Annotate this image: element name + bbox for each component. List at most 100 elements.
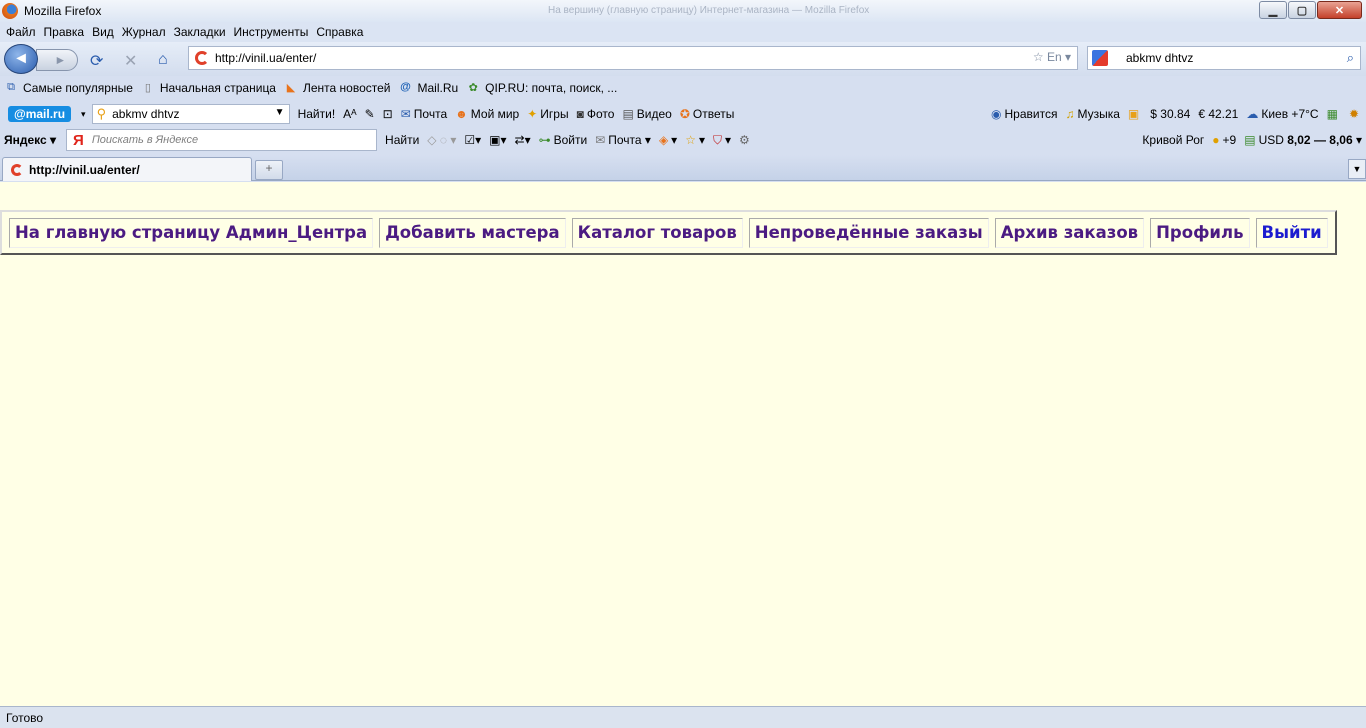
mailru-games-link[interactable]: ✦ Игры (527, 107, 568, 121)
nav-logout[interactable]: Выйти (1255, 217, 1328, 248)
menu-help[interactable]: Справка (316, 25, 363, 39)
mailru-photo-link[interactable]: ◙ Фото (577, 107, 615, 121)
nav-orders-archive[interactable]: Архив заказов (994, 217, 1145, 248)
speech-bubble-icon[interactable]: ◇ ◌ ▾ (427, 133, 456, 147)
stop-icon[interactable]: ✕ (124, 51, 137, 71)
site-favicon-icon (195, 51, 209, 65)
music-label: Музыка (1077, 107, 1120, 121)
mailru-toolbar-right: ◉ Нравится ♫ Музыка ▣ $ 30.84 € 42.21 ☁ Кие… (983, 102, 1366, 126)
mailru-extra-icon[interactable]: ▦ (1327, 107, 1341, 121)
all-tabs-button[interactable]: ▼ (1348, 159, 1366, 179)
menu-tools[interactable]: Инструменты (234, 25, 309, 39)
mailru-search-value[interactable]: abkmv dhtvz (112, 107, 179, 121)
yandex-city[interactable]: Кривой Рог (1142, 133, 1204, 147)
mailru-like-link[interactable]: ◉ Нравится (991, 107, 1057, 121)
menu-edit[interactable]: Правка (44, 25, 85, 39)
chart-icon: ▤ (1244, 133, 1256, 147)
bookmark-label: Начальная страница (159, 81, 276, 95)
mailru-myworld-link[interactable]: ☻ Мой мир (455, 107, 519, 121)
nav-add-master[interactable]: Добавить мастера (379, 217, 566, 248)
spellcheck-icon[interactable]: ☑▾ (464, 133, 481, 147)
cloud-icon: ☁ (1246, 107, 1259, 121)
mailru-find-button[interactable]: Найти! (298, 107, 336, 121)
bookmark-news-feed[interactable]: ◣ Лента новостей (284, 81, 391, 95)
yandex-weather[interactable]: ● +9 (1212, 133, 1236, 147)
yandex-login-link[interactable]: ⊶ Войти (539, 133, 588, 147)
yandex-shield-icon[interactable]: ⛉ ▾ (713, 133, 731, 148)
close-window-button[interactable]: ✕ (1317, 1, 1362, 19)
zoom-icon[interactable]: ⊡ (383, 107, 393, 121)
minimize-button[interactable]: ▁ (1259, 1, 1287, 19)
settings-gear-icon[interactable]: ✹ (1349, 107, 1362, 121)
mailru-menu-arrow-icon[interactable]: ▾ (81, 109, 86, 120)
menu-view[interactable]: Вид (92, 25, 114, 39)
weather-label: Киев +7°C (1261, 107, 1319, 121)
envelope-icon: ✉ (595, 133, 606, 147)
firefox-logo-icon (2, 3, 18, 19)
yandex-currency[interactable]: ▤ USD 8,02 — 8,06 ▾ (1244, 133, 1362, 147)
envelope-icon: ✉ (400, 107, 411, 121)
highlight-icon[interactable]: ✎ (365, 107, 375, 121)
yandex-find-button[interactable]: Найти (385, 133, 419, 147)
yandex-favorites-icon[interactable]: ☆ ▾ (685, 133, 705, 147)
translate-icon[interactable]: ▣▾ (489, 133, 506, 147)
font-size-icon[interactable]: Aᴬ (343, 107, 356, 121)
yandex-mail-link[interactable]: ✉ Почта ▾ (595, 133, 651, 147)
search-bar[interactable]: abkmv dhtvz ⌕ (1087, 46, 1361, 70)
usd-rate[interactable]: $ 30.84 (1150, 107, 1190, 121)
yandex-weather-label: +9 (1222, 133, 1237, 147)
back-button[interactable]: ◄ (4, 44, 38, 74)
maximize-button[interactable]: ▢ (1288, 1, 1316, 19)
nav-admin-home[interactable]: На главную страницу Админ_Центра (9, 217, 374, 248)
yandex-services-icon[interactable]: ◈ ▾ (659, 133, 677, 147)
forward-button[interactable]: ► (36, 49, 78, 71)
bar-translate-icon[interactable]: ⇄▾ (515, 133, 531, 147)
bookmark-popular[interactable]: ⧉ Самые популярные (4, 81, 133, 95)
menu-file[interactable]: Файл (6, 25, 36, 39)
tab-strip: http://vinil.ua/enter/ + ▼ (0, 155, 1366, 181)
mailru-video-link[interactable]: ▤ Видео (622, 107, 671, 121)
search-input[interactable]: abkmv dhtvz (1126, 51, 1193, 65)
admin-nav-table: На главную страницу Админ_Центра Добавит… (0, 210, 1337, 255)
games-icon: ✦ (527, 107, 538, 121)
mailru-myworld-label: Мой мир (470, 107, 520, 121)
chevron-down-icon[interactable]: ▼ (275, 107, 285, 118)
yandex-search-input[interactable]: Я Поискать в Яндексе (66, 129, 378, 151)
address-bar[interactable]: http://vinil.ua/enter/ ☆ En ▾ (188, 46, 1078, 70)
like-icon: ◉ (991, 107, 1002, 121)
search-go-icon[interactable]: ⌕ (1347, 50, 1354, 66)
mailru-search-input[interactable]: ⚲ abkmv dhtvz ▼ (91, 104, 290, 124)
menu-bar: Файл Правка Вид Журнал Закладки Инструме… (0, 22, 1366, 42)
status-text: Готово (6, 710, 44, 725)
menu-history[interactable]: Журнал (122, 25, 166, 39)
weather-kiev[interactable]: ☁ Киев +7°C (1246, 107, 1318, 121)
tab-vinil-enter[interactable]: http://vinil.ua/enter/ (2, 157, 252, 181)
new-tab-button[interactable]: + (255, 160, 283, 180)
url-bar-actions[interactable]: ☆ En ▾ (1033, 50, 1071, 64)
bookmark-start-page[interactable]: ▯ Начальная страница (141, 81, 276, 95)
window-titlebar: Mozilla Firefox На вершину (главную стра… (0, 0, 1366, 22)
mailru-logo[interactable]: @mail.ru (8, 106, 72, 122)
yandex-login-label: Войти (553, 133, 588, 147)
window-ghost-title: На вершину (главную страницу) Интернет-м… (548, 5, 870, 16)
mailru-odnoklassniki-icon[interactable]: ▣ (1128, 107, 1142, 121)
home-icon[interactable]: ⌂ (158, 51, 168, 69)
nav-profile[interactable]: Профиль (1150, 217, 1250, 248)
bookmark-qip[interactable]: ✿ QIP.RU: почта, поиск, ... (466, 81, 618, 95)
reload-icon[interactable]: ⟳ (90, 51, 103, 71)
bookmark-mailru[interactable]: @ Mail.Ru (398, 81, 458, 95)
yandex-settings-icon[interactable]: ⚙ (739, 133, 753, 147)
nav-pending-orders[interactable]: Непроведённые заказы (748, 217, 989, 248)
yandex-logo[interactable]: Яндекс ▾ (4, 133, 56, 147)
eur-rate[interactable]: € 42.21 (1198, 107, 1238, 121)
mailru-mail-link[interactable]: ✉ Почта (401, 107, 447, 121)
nav-catalog[interactable]: Каталог товаров (571, 217, 743, 248)
menu-bookmarks[interactable]: Закладки (174, 25, 226, 39)
lang-badge: En (1046, 50, 1062, 64)
url-text[interactable]: http://vinil.ua/enter/ (215, 51, 316, 65)
mailru-answers-link[interactable]: ✪ Ответы (680, 107, 735, 121)
mailru-music-link[interactable]: ♫ Музыка (1065, 107, 1119, 121)
tab-title: http://vinil.ua/enter/ (29, 162, 140, 177)
mailru-toolbar: @mail.ru ▾ ⚲ abkmv dhtvz ▼ Найти! Aᴬ ✎ ⊡… (0, 102, 1366, 126)
google-engine-icon[interactable] (1092, 50, 1108, 66)
